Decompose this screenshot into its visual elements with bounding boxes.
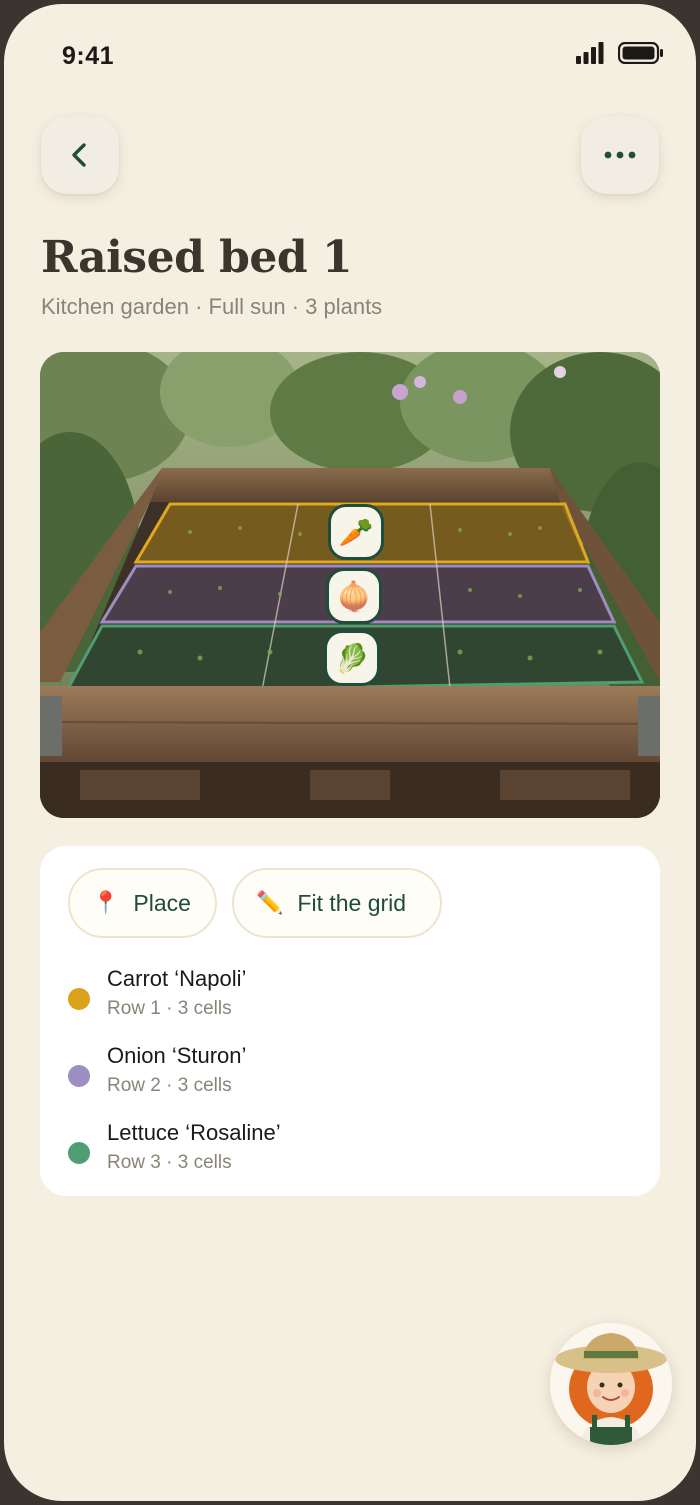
more-options-button[interactable]	[581, 116, 659, 194]
app-screen: 9:41 Raised bed 1 Kitchen garden · Full …	[4, 4, 696, 1501]
row-color-dot	[68, 1142, 90, 1164]
plant-name: Carrot ‘Napoli’	[107, 966, 247, 991]
carrot-icon: 🥕	[338, 516, 374, 548]
chevron-left-icon	[72, 143, 86, 167]
plant-meta: Row 3 · 3 cells	[107, 1152, 232, 1173]
pin-icon: 📍	[92, 890, 120, 915]
row-3-marker[interactable]: 🥬	[324, 630, 380, 686]
bed-photo[interactable]: 🥕 🧅 🥬	[40, 352, 660, 818]
status-icons	[576, 42, 664, 64]
status-time: 9:41	[62, 42, 115, 70]
row-color-dot	[68, 1065, 90, 1087]
row-1-marker[interactable]: 🥕	[328, 504, 384, 560]
pencil-icon: ✏️	[256, 890, 284, 915]
place-label: Place	[133, 889, 191, 916]
battery-icon	[618, 42, 663, 64]
plants-card: 📍 Place ✏️ Fit the grid Carrot ‘Napoli’ …	[40, 846, 660, 1196]
plant-item-carrot[interactable]: Carrot ‘Napoli’ Row 1 · 3 cells	[68, 966, 628, 1030]
lettuce-icon: 🥬	[334, 642, 370, 674]
plant-item-onion[interactable]: Onion ‘Sturon’ Row 2 · 3 cells	[68, 1043, 628, 1107]
gardener-avatar-icon	[550, 1323, 672, 1445]
row-color-dot	[68, 988, 90, 1010]
plant-name: Lettuce ‘Rosaline’	[107, 1120, 281, 1145]
place-button[interactable]: 📍 Place	[68, 868, 217, 938]
plant-item-lettuce[interactable]: Lettuce ‘Rosaline’ Row 3 · 3 cells	[68, 1120, 628, 1184]
fit-grid-button[interactable]: ✏️ Fit the grid	[232, 868, 442, 938]
more-icon	[604, 151, 636, 159]
row-2-marker[interactable]: 🧅	[326, 568, 382, 624]
plant-meta: Row 2 · 3 cells	[107, 1075, 232, 1096]
onion-icon: 🧅	[336, 580, 372, 612]
page-title: Raised bed 1	[41, 232, 353, 283]
fit-grid-label: Fit the grid	[297, 889, 407, 916]
plant-name: Onion ‘Sturon’	[107, 1043, 247, 1068]
assistant-avatar[interactable]	[550, 1323, 672, 1445]
signal-icon	[576, 42, 604, 64]
page-subtitle: Kitchen garden · Full sun · 3 plants	[41, 294, 383, 319]
plant-meta: Row 1 · 3 cells	[107, 998, 232, 1019]
back-button[interactable]	[41, 116, 119, 194]
